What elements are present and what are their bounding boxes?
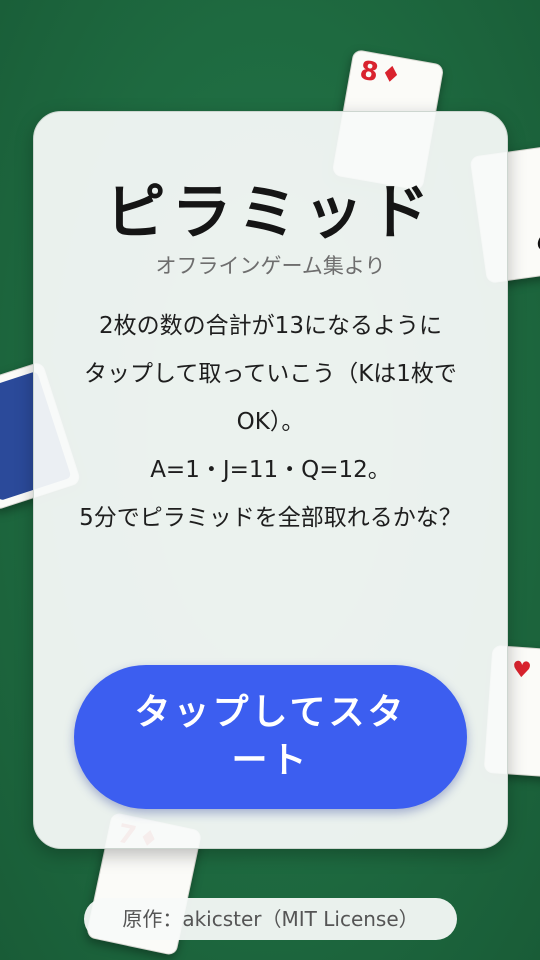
rules-line: 2枚の数の合計が13になるように (99, 313, 442, 339)
card-corner: ♥ (511, 655, 533, 686)
rules-line: A=1・J=11・Q=12。 (150, 457, 391, 483)
start-button[interactable]: タップしてスタート (74, 665, 467, 809)
rules-text: 2枚の数の合計が13になるように タップして取っていこう（Kは1枚でOK）。 A… (74, 302, 467, 542)
spade-icon: ♠ (528, 215, 540, 267)
credit-label: 原作：akicster（MIT License） (84, 898, 457, 940)
game-title: ピラミッド (105, 178, 436, 248)
start-dialog: ピラミッド オフラインゲーム集より 2枚の数の合計が13になるように タップして… (33, 111, 508, 849)
card-corner: 8 ♦ (358, 56, 403, 93)
card-rank: 8 (357, 55, 381, 89)
diamond-icon: ♦ (378, 61, 403, 90)
heart-icon: ♥ (511, 657, 533, 684)
game-subtitle: オフラインゲーム集より (155, 254, 386, 278)
rules-line: 5分でピラミッドを全部取れるかな？ (79, 505, 462, 531)
rules-line: タップして取っていこう（Kは1枚でOK）。 (84, 361, 457, 435)
